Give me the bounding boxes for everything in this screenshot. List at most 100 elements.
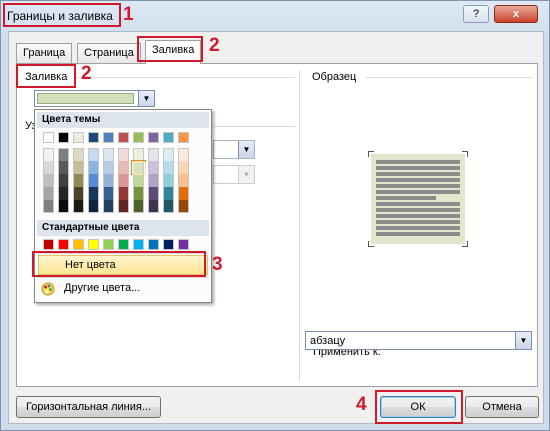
theme-shade-column — [133, 148, 144, 213]
theme-color-swatch[interactable] — [88, 132, 99, 143]
theme-color-swatch[interactable] — [118, 132, 129, 143]
standard-color-swatch[interactable] — [118, 239, 129, 250]
annotation-step-4: 4 — [356, 394, 367, 415]
preview-text-line — [376, 226, 460, 230]
tab-border[interactable]: Граница — [16, 43, 73, 63]
theme-color-swatch[interactable] — [133, 132, 144, 143]
theme-shade-swatch[interactable] — [88, 148, 99, 161]
theme-color-swatch[interactable] — [73, 132, 84, 143]
theme-shade-swatch[interactable] — [118, 187, 129, 200]
theme-shade-swatch[interactable] — [58, 200, 69, 213]
pattern-style-combo[interactable]: ▼ — [213, 140, 255, 159]
theme-shade-swatch[interactable] — [73, 148, 84, 161]
theme-color-swatch[interactable] — [163, 132, 174, 143]
standard-color-swatch[interactable] — [163, 239, 174, 250]
tab-border-label: Граница — [23, 47, 66, 59]
theme-shade-swatch[interactable] — [178, 174, 189, 187]
preview-text-line — [376, 166, 460, 170]
theme-shade-swatch[interactable] — [178, 187, 189, 200]
theme-shade-swatch[interactable] — [43, 200, 54, 213]
preview-text-line — [376, 196, 436, 200]
theme-color-swatch[interactable] — [43, 132, 54, 143]
theme-shade-swatch[interactable] — [73, 161, 84, 174]
standard-color-swatch[interactable] — [58, 239, 69, 250]
annotation-box-no-color — [32, 251, 206, 277]
theme-shade-swatch[interactable] — [118, 174, 129, 187]
theme-shade-swatch[interactable] — [103, 161, 114, 174]
selected-color-highlight — [131, 160, 146, 175]
theme-shade-swatch[interactable] — [88, 200, 99, 213]
theme-shade-swatch[interactable] — [43, 187, 54, 200]
popup-separator — [37, 277, 209, 278]
theme-shade-swatch[interactable] — [43, 148, 54, 161]
close-button[interactable]: x — [494, 5, 538, 23]
theme-shade-swatch[interactable] — [58, 187, 69, 200]
theme-shade-swatch[interactable] — [178, 148, 189, 161]
tab-page[interactable]: Страница — [77, 43, 141, 63]
theme-shade-swatch[interactable] — [103, 148, 114, 161]
theme-shade-swatch[interactable] — [118, 200, 129, 213]
annotation-step-3: 3 — [212, 254, 223, 275]
annotation-box-title — [3, 3, 121, 27]
chevron-down-icon: ▼ — [515, 332, 531, 349]
preview-text-line — [376, 232, 460, 236]
theme-color-swatch[interactable] — [148, 132, 159, 143]
theme-shade-swatch[interactable] — [163, 174, 174, 187]
theme-color-swatch[interactable] — [58, 132, 69, 143]
theme-shade-swatch[interactable] — [58, 174, 69, 187]
theme-shade-swatch[interactable] — [133, 200, 144, 213]
theme-shade-swatch[interactable] — [148, 161, 159, 174]
theme-shade-swatch[interactable] — [133, 187, 144, 200]
theme-shade-swatch[interactable] — [148, 187, 159, 200]
theme-shade-swatch[interactable] — [58, 148, 69, 161]
theme-shade-swatch[interactable] — [148, 148, 159, 161]
standard-color-swatch[interactable] — [88, 239, 99, 250]
theme-shade-column — [103, 148, 114, 213]
standard-color-swatch[interactable] — [133, 239, 144, 250]
theme-shade-swatch[interactable] — [73, 200, 84, 213]
theme-shade-swatch[interactable] — [178, 161, 189, 174]
horizontal-line-button[interactable]: Горизонтальная линия... — [16, 396, 161, 418]
standard-color-swatch[interactable] — [103, 239, 114, 250]
standard-color-swatch[interactable] — [148, 239, 159, 250]
cancel-button[interactable]: Отмена — [465, 396, 539, 418]
help-button[interactable]: ? — [463, 5, 489, 23]
theme-shade-swatch[interactable] — [88, 174, 99, 187]
preview-text-line — [376, 160, 460, 164]
theme-shade-swatch[interactable] — [103, 174, 114, 187]
theme-shade-swatch[interactable] — [73, 187, 84, 200]
theme-shade-swatch[interactable] — [73, 174, 84, 187]
close-icon: x — [512, 8, 520, 20]
fill-color-dropdown[interactable]: ▼ — [34, 90, 155, 107]
standard-color-swatch[interactable] — [178, 239, 189, 250]
theme-shade-swatch[interactable] — [163, 187, 174, 200]
annotation-step-1: 1 — [123, 4, 134, 25]
theme-shade-swatch[interactable] — [103, 200, 114, 213]
theme-shade-swatch[interactable] — [43, 174, 54, 187]
cancel-label: Отмена — [482, 401, 522, 413]
theme-shade-swatch[interactable] — [103, 187, 114, 200]
theme-shade-swatch[interactable] — [133, 174, 144, 187]
theme-shade-swatch[interactable] — [88, 187, 99, 200]
theme-shade-swatch[interactable] — [118, 148, 129, 161]
theme-shade-swatch[interactable] — [148, 174, 159, 187]
theme-shade-swatch[interactable] — [163, 161, 174, 174]
theme-shade-swatch[interactable] — [163, 148, 174, 161]
theme-shade-swatch[interactable] — [88, 161, 99, 174]
preview-text-line — [376, 208, 460, 212]
preview-corner-br — [462, 241, 468, 247]
standard-color-swatch[interactable] — [43, 239, 54, 250]
theme-shade-swatch[interactable] — [58, 161, 69, 174]
theme-colors-header: Цвета темы — [37, 112, 209, 128]
theme-shade-swatch[interactable] — [178, 200, 189, 213]
theme-shade-swatch[interactable] — [163, 200, 174, 213]
theme-color-swatch[interactable] — [103, 132, 114, 143]
more-colors-item[interactable]: Другие цвета... — [38, 279, 208, 299]
apply-to-combo[interactable]: абзацу ▼ — [305, 331, 532, 350]
standard-color-swatch[interactable] — [73, 239, 84, 250]
theme-shade-swatch[interactable] — [148, 200, 159, 213]
theme-color-swatch[interactable] — [178, 132, 189, 143]
theme-shade-column — [163, 148, 174, 213]
theme-shade-swatch[interactable] — [43, 161, 54, 174]
theme-shade-swatch[interactable] — [118, 161, 129, 174]
